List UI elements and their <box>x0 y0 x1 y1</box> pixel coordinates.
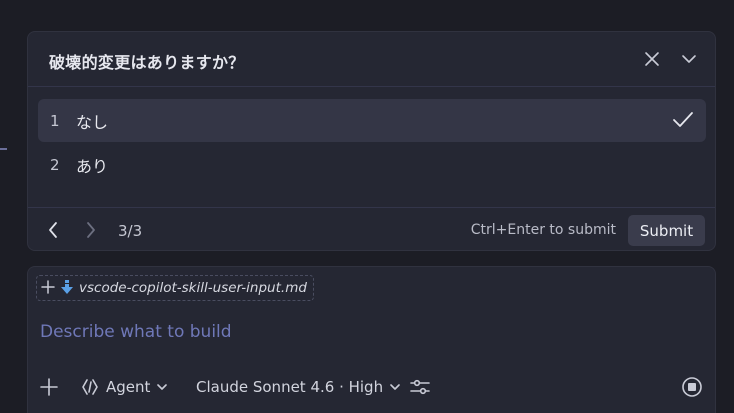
submit-shortcut-hint: Ctrl+Enter to submit <box>470 222 616 238</box>
add-context-button[interactable] <box>40 373 58 401</box>
previous-button[interactable] <box>43 219 63 241</box>
question-title: 破壊的変更はありますか？ <box>49 53 245 72</box>
sliders-icon <box>410 379 430 395</box>
question-counter: 3/3 <box>118 222 143 240</box>
stop-button[interactable] <box>681 373 703 401</box>
attachment-filename: vscode-copilot-skill-user-input.md <box>79 280 307 296</box>
chevron-right-icon <box>87 222 95 238</box>
screen: 破壊的変更はありますか？ 1 なし 2 あり 3/3 Ctrl+Enter to… <box>0 0 734 413</box>
question-card: 破壊的変更はありますか？ 1 なし 2 あり 3/3 Ctrl+Enter to… <box>27 31 716 251</box>
close-button[interactable] <box>640 47 664 71</box>
chat-input-panel: vscode-copilot-skill-user-input.md Agent… <box>27 266 716 413</box>
plus-icon[interactable] <box>41 279 55 298</box>
option-2[interactable]: 2 あり <box>38 143 706 186</box>
check-icon <box>672 110 694 134</box>
model-label: Claude Sonnet 4.6 · High <box>196 378 384 396</box>
question-footer: 3/3 Ctrl+Enter to submit Submit <box>28 207 715 251</box>
plus-icon <box>40 378 58 396</box>
configure-tools-button[interactable] <box>410 373 430 401</box>
option-number: 1 <box>50 111 60 130</box>
option-label: なし <box>76 112 109 132</box>
option-label: あり <box>76 156 109 176</box>
mode-label: Agent <box>106 378 151 396</box>
chat-prompt-input[interactable] <box>40 322 700 342</box>
arrow-down-icon <box>61 279 73 298</box>
option-number: 2 <box>50 155 60 174</box>
option-1[interactable]: 1 なし <box>38 99 706 142</box>
model-picker[interactable]: Claude Sonnet 4.6 · High <box>196 373 400 401</box>
editor-edge-marker <box>0 148 7 150</box>
chevron-down-icon <box>157 384 168 390</box>
attachment-chip[interactable]: vscode-copilot-skill-user-input.md <box>36 275 314 301</box>
agent-icon <box>82 379 98 395</box>
close-icon <box>645 52 659 66</box>
stop-icon <box>682 377 702 397</box>
chat-toolbar: Agent Claude Sonnet 4.6 · High <box>28 373 715 401</box>
chevron-down-icon <box>390 384 400 390</box>
mode-picker[interactable]: Agent <box>81 373 168 401</box>
chevron-left-icon <box>49 222 57 238</box>
next-button[interactable] <box>81 219 101 241</box>
question-header: 破壊的変更はありますか？ <box>28 32 715 87</box>
collapse-button[interactable] <box>677 47 701 71</box>
submit-button[interactable]: Submit <box>628 215 705 246</box>
chevron-down-icon <box>682 55 696 63</box>
